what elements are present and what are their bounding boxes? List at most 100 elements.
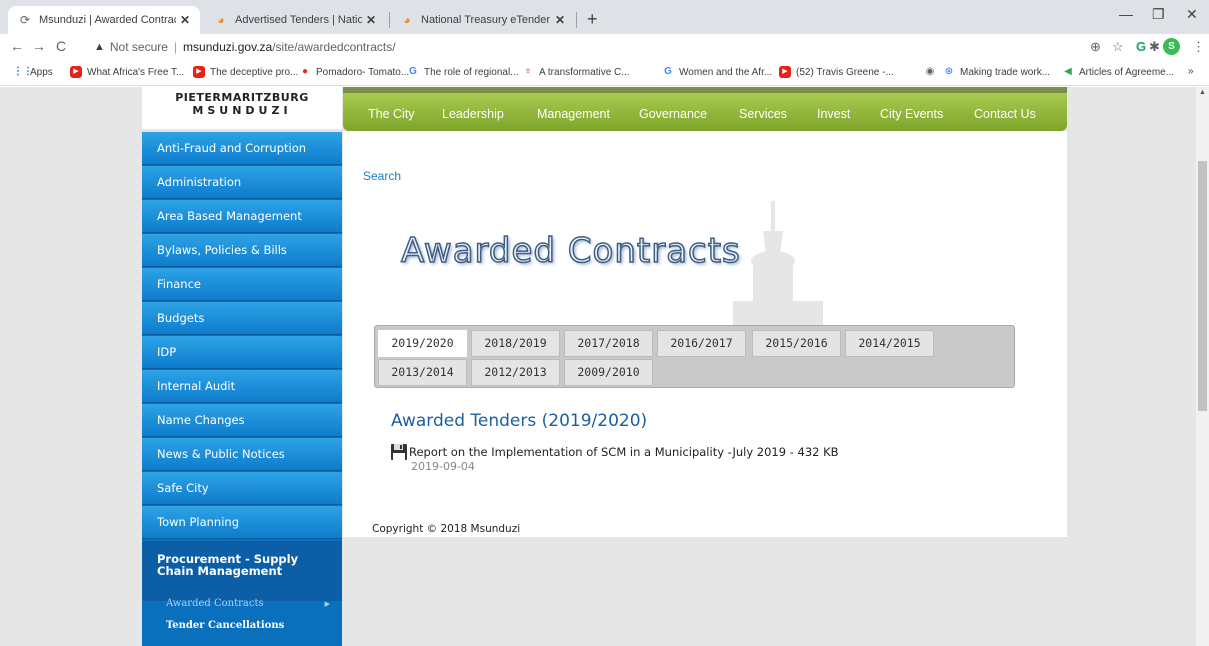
bookmark-item[interactable]: ▶ (52) Travis Greene -... — [779, 66, 894, 78]
bookmark-label: What Africa's Free T... — [87, 66, 185, 78]
zoom-icon[interactable]: ⊕ — [1090, 39, 1101, 55]
nav-the-city[interactable]: The City — [368, 107, 415, 121]
bookmark-label: Apps — [30, 66, 53, 78]
tab-2018-2019[interactable]: 2018/2019 — [471, 330, 560, 357]
logo-line-1: PIETERMARITZBURG — [175, 91, 309, 104]
bookmark-label: Pomadoro- Tomato... — [316, 66, 410, 78]
floppy-disk-icon — [391, 444, 407, 460]
page-scrollbar[interactable]: ▲ — [1196, 87, 1209, 646]
site-logo[interactable]: PIETERMARITZBURG MSUNDUZI — [142, 87, 342, 129]
nav-governance[interactable]: Governance — [639, 107, 707, 121]
back-icon[interactable]: ← — [10, 38, 24, 54]
sidebar-item-news[interactable]: News & Public Notices — [142, 438, 342, 471]
security-label: Not secure — [109, 40, 168, 54]
youtube-icon: ▶ — [193, 66, 205, 78]
sub-label: Awarded Contracts — [166, 598, 264, 609]
bookmark-item[interactable]: G The role of regional... — [407, 66, 519, 78]
tab-2019-2020[interactable]: 2019/2020 — [378, 330, 467, 357]
browser-tab-advertised-tenders[interactable]: ◕ Advertised Tenders | National Tre ✕ — [204, 6, 386, 34]
nav-contact-us[interactable]: Contact Us — [974, 107, 1036, 121]
extensions-puzzle-icon[interactable]: ✱ — [1149, 39, 1160, 55]
star-icon[interactable]: ☆ — [1112, 39, 1124, 55]
sidebar-item-town-planning[interactable]: Town Planning — [142, 506, 342, 539]
tab-2015-2016[interactable]: 2015/2016 — [752, 330, 841, 357]
tab-title: Advertised Tenders | National Tre — [235, 14, 362, 26]
bookmark-apps[interactable]: ⋮⋮ Apps — [13, 66, 53, 78]
tab-2017-2018[interactable]: 2017/2018 — [564, 330, 653, 357]
tab-2009-2010[interactable]: 2009/2010 — [564, 359, 653, 386]
globe-icon: ◉ — [925, 66, 935, 77]
bookmark-item[interactable]: G Women and the Afr... — [662, 66, 772, 78]
sidebar-item-safe-city[interactable]: Safe City — [142, 472, 342, 505]
sidebar-item-bylaws[interactable]: Bylaws, Policies & Bills — [142, 234, 342, 267]
document-size: - 432 KB — [786, 445, 839, 459]
year-tabs: 2019/2020 2018/2019 2017/2018 2016/2017 … — [374, 325, 1015, 388]
un-icon: ⊛ — [944, 66, 954, 77]
nav-city-events[interactable]: City Events — [880, 107, 943, 121]
bookmark-label: (52) Travis Greene -... — [796, 66, 894, 78]
close-tab-icon[interactable]: ✕ — [551, 13, 569, 27]
bookmark-item[interactable]: ◀ Articles of Agreeme... — [1062, 66, 1174, 78]
sidebar-sub-awarded-contracts[interactable]: Awarded Contracts ▶ — [142, 593, 342, 615]
tab-2012-2013[interactable]: 2012/2013 — [471, 359, 560, 386]
sidebar-item-budgets[interactable]: Budgets — [142, 302, 342, 335]
menu-kebab-icon[interactable]: ⋮ — [1192, 39, 1205, 55]
nav-leadership[interactable]: Leadership — [442, 107, 504, 121]
forward-icon[interactable]: → — [32, 38, 46, 54]
awarded-tenders-heading: Awarded Tenders (2019/2020) — [391, 411, 648, 431]
youtube-icon: ▶ — [779, 66, 791, 78]
caret-right-icon: ▶ — [324, 600, 330, 608]
scroll-up-icon[interactable]: ▲ — [1199, 89, 1206, 96]
warning-icon[interactable]: ▲ — [94, 41, 105, 53]
extension-g-icon[interactable]: G — [1136, 39, 1146, 54]
browser-tab-awarded-contracts[interactable]: ⟳ Msunduzi | Awarded Contracts ✕ — [8, 6, 200, 34]
sidebar-item-procurement[interactable]: Procurement - Supply Chain Management — [142, 541, 342, 601]
copyright-text: Copyright © 2018 Msunduzi — [372, 523, 521, 535]
google-icon: G — [664, 66, 672, 77]
bookmark-item[interactable]: ◉ — [924, 66, 941, 78]
document-link[interactable]: Report on the Implementation of SCM in a… — [391, 444, 839, 460]
nav-services[interactable]: Services — [739, 107, 787, 121]
bookmark-item[interactable]: ▶ What Africa's Free T... — [70, 66, 184, 78]
search-link[interactable]: Search — [363, 169, 401, 183]
profile-avatar[interactable]: S — [1163, 38, 1180, 55]
sidebar-item-finance[interactable]: Finance — [142, 268, 342, 301]
nav-invest[interactable]: Invest — [817, 107, 850, 121]
browser-toolbar: ← → C ▲ Not secure | msunduzi.gov.za /si… — [0, 34, 1209, 60]
bookmark-item[interactable]: ▶ The deceptive pro... — [193, 66, 298, 78]
bookmark-label: The role of regional... — [424, 66, 519, 78]
youtube-icon: ▶ — [70, 66, 82, 78]
nav-management[interactable]: Management — [537, 107, 610, 121]
address-bar[interactable]: ▲ Not secure | msunduzi.gov.za /site/awa… — [94, 36, 1074, 58]
browser-tab-strip: ⟳ Msunduzi | Awarded Contracts ✕ ◕ Adver… — [0, 0, 1209, 34]
sidebar-item-anti-fraud[interactable]: Anti-Fraud and Corruption — [142, 132, 342, 165]
close-window-icon[interactable]: ✕ — [1186, 6, 1198, 23]
maximize-icon[interactable]: ❐ — [1152, 6, 1165, 23]
bookmarks-bar: ⋮⋮ Apps ▶ What Africa's Free T... ▶ The dec… — [0, 60, 1209, 86]
close-tab-icon[interactable]: ✕ — [176, 13, 194, 27]
main-content: Search Awarded Contracts 2019/2020 2018/… — [343, 131, 1067, 537]
tab-2016-2017[interactable]: 2016/2017 — [657, 330, 746, 357]
minimize-icon[interactable]: — — [1119, 6, 1133, 22]
bookmark-item[interactable]: ♆ A transformative C... — [522, 66, 629, 78]
browser-tab-etender[interactable]: ◕ National Treasury eTender ✕ — [390, 6, 575, 34]
sidebar-item-administration[interactable]: Administration — [142, 166, 342, 199]
tab-2014-2015[interactable]: 2014/2015 — [845, 330, 934, 357]
page-viewport: PIETERMARITZBURG MSUNDUZI The City Leade… — [0, 87, 1196, 646]
bookmark-item[interactable]: ⊛ Making trade work... — [943, 66, 1050, 78]
close-tab-icon[interactable]: ✕ — [362, 13, 380, 27]
sidebar-item-name-changes[interactable]: Name Changes — [142, 404, 342, 437]
sidebar-item-idp[interactable]: IDP — [142, 336, 342, 369]
reload-icon[interactable]: C — [56, 38, 66, 54]
sidebar-item-internal-audit[interactable]: Internal Audit — [142, 370, 342, 403]
google-icon: G — [409, 66, 417, 77]
tab-2013-2014[interactable]: 2013/2014 — [378, 359, 467, 386]
bookmark-item[interactable]: ● Pomadoro- Tomato... — [299, 66, 409, 78]
page-title: Awarded Contracts — [400, 230, 741, 272]
new-tab-button[interactable]: + — [587, 9, 598, 30]
sidebar-item-area-based-management[interactable]: Area Based Management — [142, 200, 342, 233]
sidebar-sub-tender-cancellations[interactable]: Tender Cancellations — [142, 615, 342, 637]
scrollbar-thumb[interactable] — [1198, 161, 1207, 411]
bookmarks-overflow-icon[interactable]: » — [1188, 66, 1194, 77]
document-title: Report on the Implementation of SCM in a… — [409, 445, 787, 459]
